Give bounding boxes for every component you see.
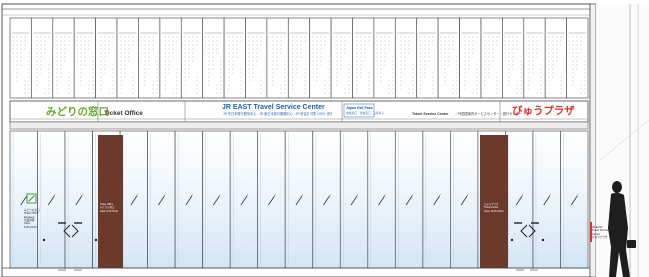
midori-window-sign: みどりの窓口 <box>46 106 109 118</box>
glass-panel <box>64 130 93 269</box>
pole-sign-left-line: 5:30-23:00 <box>24 225 37 229</box>
glass-panel <box>37 130 66 269</box>
pole-sign-left: みどりの窓口 Ticket Office Entrance 営業時間 Open … <box>24 209 40 229</box>
glass-panel <box>560 130 589 269</box>
upper-louver-panel <box>9 17 32 99</box>
upper-louver-panel <box>544 17 567 99</box>
glass-panel <box>312 130 341 269</box>
ticket-office-sign: Ticket Office <box>104 110 143 117</box>
upper-louver-panel <box>31 17 54 99</box>
upper-louver-panel <box>95 17 118 99</box>
upper-louver-panel <box>416 17 439 99</box>
glass-panel <box>422 130 451 269</box>
glass-panel <box>229 130 259 269</box>
upper-louver-panel <box>437 17 460 99</box>
brown-banner-left: Ticket Office みどりの窓口 Open 5:30-23:00 <box>100 203 118 213</box>
upper-louver-panel <box>352 17 375 99</box>
upper-louver-panel <box>73 17 96 99</box>
upper-louver-panel <box>309 17 332 99</box>
brown-panel-right <box>480 135 508 268</box>
glass-panel <box>339 130 369 269</box>
upper-louver-panel <box>459 17 482 99</box>
glass-panel <box>450 130 479 269</box>
storefront-elevation <box>1 3 649 277</box>
glass-panel <box>147 130 176 269</box>
travel-service-center-sign: Travel Service Center <box>412 112 449 116</box>
upper-louver-panel <box>202 17 225 99</box>
brown-banner-left-line: Open 5:30-23:00 <box>100 209 118 213</box>
upper-louver-panel <box>245 17 268 99</box>
pole-sign-right-line: びゅうプラザ <box>592 236 608 240</box>
upper-louver-panel <box>502 17 525 99</box>
glass-panel <box>367 130 396 269</box>
green-logo <box>26 193 37 204</box>
biew-plaza-sign: びゅうプラザ <box>512 105 575 117</box>
glass-panel <box>394 130 424 269</box>
upper-louver-panel <box>116 17 139 99</box>
upper-louver-panel <box>223 17 246 99</box>
upper-louver-panel <box>138 17 161 99</box>
upper-louver-panel <box>523 17 546 99</box>
upper-louver-panel <box>330 17 353 99</box>
brown-banner-right: びゅうプラザ Travel Center Open 10:00-19:00 <box>484 203 503 213</box>
upper-louver-panel <box>287 17 311 99</box>
glass-panel <box>532 130 561 269</box>
glass-panel <box>505 130 534 269</box>
upper-louver-panel <box>394 17 418 99</box>
upper-louver-panel <box>266 17 289 99</box>
japan-rail-pass-title: Japan Rail Pass <box>346 106 373 110</box>
upper-louver-panel <box>180 17 204 99</box>
upper-louver-panel <box>566 17 589 99</box>
upper-louver-panel <box>480 17 503 99</box>
brown-panel-left <box>98 135 123 268</box>
brown-banner-right-line: Open 10:00-19:00 <box>484 209 504 213</box>
glass-panel <box>119 130 148 269</box>
upper-louver-panel <box>373 17 396 99</box>
glass-panel <box>202 130 231 269</box>
upper-louver-panel <box>52 17 75 99</box>
upper-louver-panel <box>159 17 182 99</box>
glass-panel <box>257 130 286 269</box>
jr-east-center-subtitle: JR 东日本旅行服务中心 · JR 東日本旅行服務中心 · JR 동일본 여행 … <box>223 112 333 116</box>
japan-rail-pass-subtitle: 交換窓口 · 兌換窓口 · 교환창구 <box>346 111 384 115</box>
glass-panel <box>174 130 203 269</box>
transom <box>9 121 589 130</box>
jr-east-center-title: JR EAST Travel Service Center <box>222 104 325 111</box>
upper-panels <box>9 17 589 99</box>
pole-sign-right: JR EAST Travel Service Center びゅうプラザ <box>592 226 608 239</box>
glass-panel <box>284 130 314 269</box>
